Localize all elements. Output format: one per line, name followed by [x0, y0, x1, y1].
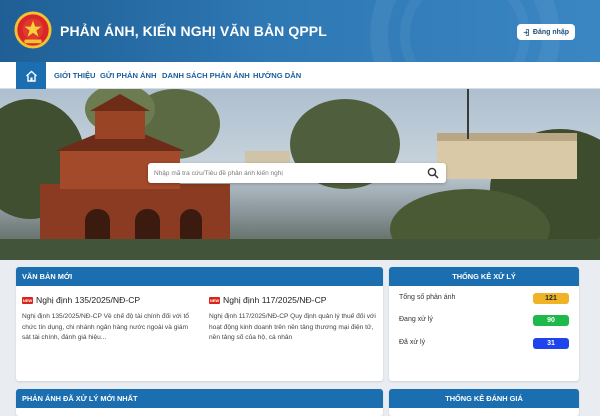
main-nav: GIỚI THIỆU GỬI PHẢN ÁNH DANH SÁCH PHẢN Á… [0, 62, 600, 89]
stat-value-badge: 121 [533, 293, 569, 304]
nav-item-gioi-thieu[interactable]: GIỚI THIỆU [54, 62, 96, 89]
rating-stats-card: THỐNG KÊ ĐÁNH GIÁ [389, 389, 579, 416]
search-bar [148, 163, 446, 183]
document-title[interactable]: Nghị định 135/2025/NĐ-CP [36, 295, 140, 305]
nav-item-danh-sach-phan-anh[interactable]: DANH SÁCH PHẢN ÁNH [162, 62, 250, 89]
search-input[interactable] [154, 163, 424, 183]
rating-stats-title: THỐNG KÊ ĐÁNH GIÁ [389, 389, 579, 408]
latest-processed-title: PHẢN ÁNH ĐÃ XỬ LÝ MỚI NHẤT [16, 389, 383, 408]
document-description: Nghị định 135/2025/NĐ-CP Về chế độ tài c… [22, 313, 189, 341]
new-documents-title: VĂN BẢN MỚI [16, 267, 383, 286]
document-item[interactable]: NEW Nghị định 117/2025/NĐ-CP Nghị định 1… [209, 295, 379, 344]
site-header: PHẢN ÁNH, KIẾN NGHỊ VĂN BẢN QPPL Đăng nh… [0, 0, 600, 62]
document-description: Nghị định 117/2025/NĐ-CP Quy định quản l… [209, 313, 376, 341]
search-icon[interactable] [427, 167, 439, 179]
stat-row-processing[interactable]: Đang xử lý 90 [399, 315, 569, 327]
stat-label: Đã xử lý [399, 339, 426, 346]
site-title[interactable]: PHẢN ÁNH, KIẾN NGHỊ VĂN BẢN QPPL [60, 23, 327, 39]
home-icon [25, 70, 37, 82]
stat-label: Đang xử lý [399, 316, 433, 323]
stat-label: Tổng số phản ánh [399, 294, 456, 301]
login-icon [523, 28, 529, 36]
header-drum-pattern-inner [400, 0, 530, 62]
stat-row-total[interactable]: Tổng số phản ánh 121 [399, 293, 569, 305]
nav-item-gui-phan-anh[interactable]: GỬI PHẢN ÁNH [100, 62, 157, 89]
stat-value-badge: 31 [533, 338, 569, 349]
processing-stats-title: THỐNG KÊ XỬ LÝ [389, 267, 579, 286]
new-document-icon: NEW [209, 296, 220, 304]
new-document-icon: NEW [22, 296, 33, 304]
processing-stats-card: THỐNG KÊ XỬ LÝ Tổng số phản ánh 121 Đang… [389, 267, 579, 381]
hero-banner [0, 89, 600, 260]
national-emblem-icon[interactable] [14, 11, 52, 49]
stat-row-processed[interactable]: Đã xử lý 31 [399, 338, 569, 350]
login-button[interactable]: Đăng nhập [517, 24, 575, 40]
new-documents-card: VĂN BẢN MỚI NEW Nghị định 135/2025/NĐ-CP… [16, 267, 383, 381]
login-label: Đăng nhập [532, 28, 570, 36]
nav-home-button[interactable] [16, 62, 46, 89]
stat-value-badge: 90 [533, 315, 569, 326]
document-item[interactable]: NEW Nghị định 135/2025/NĐ-CP Nghị định 1… [22, 295, 192, 344]
latest-processed-card: PHẢN ÁNH ĐÃ XỬ LÝ MỚI NHẤT [16, 389, 383, 416]
document-title[interactable]: Nghị định 117/2025/NĐ-CP [223, 295, 327, 305]
nav-item-huong-dan[interactable]: HƯỚNG DẪN [253, 62, 301, 89]
